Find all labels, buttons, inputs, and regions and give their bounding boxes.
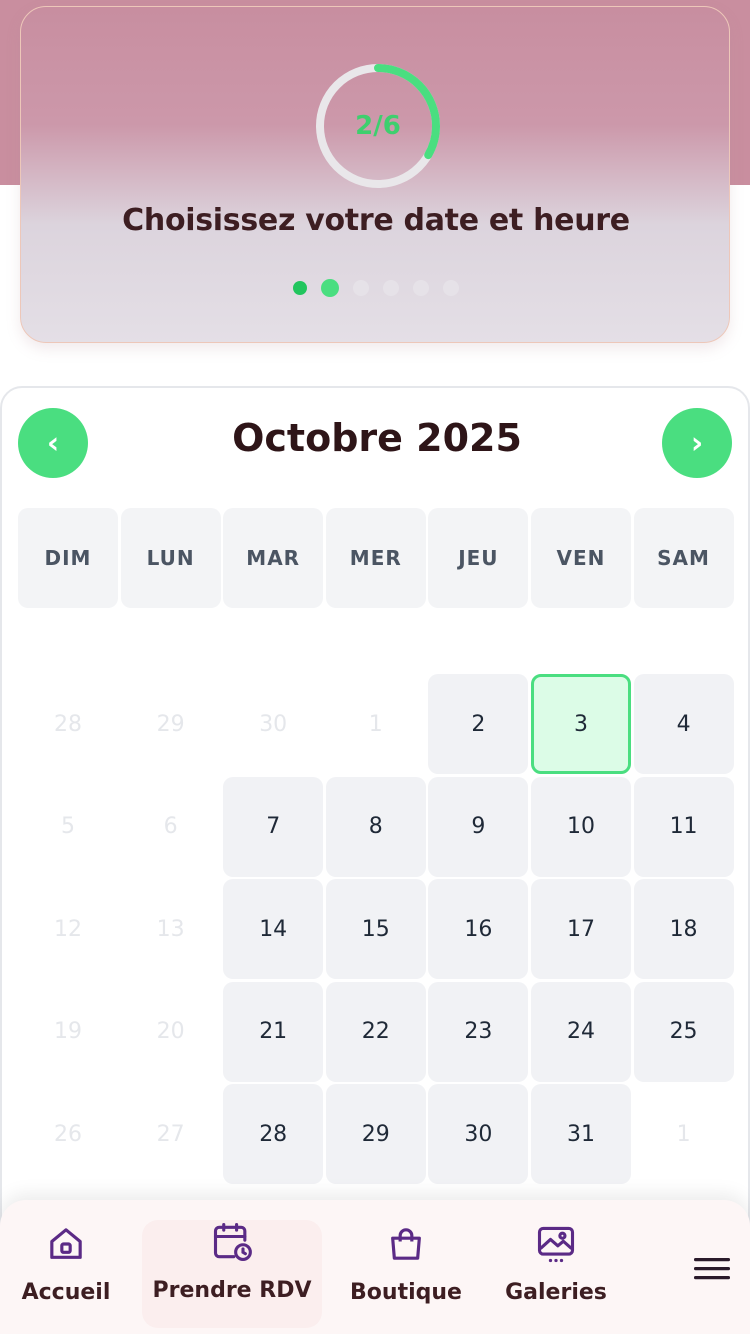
weekday-label: DIM (18, 508, 118, 608)
step-dot (353, 280, 369, 296)
calendar-day-grid: 28 29 30 1 2 3 4 5 6 7 8 9 10 11 12 13 14 15 16 17 18 19 20 21 2… (18, 674, 734, 1184)
progress-ring: 2/6 (313, 61, 443, 191)
calendar-day: 1 (368, 711, 383, 737)
next-month-button[interactable]: › (662, 408, 732, 478)
nav-item-accueil[interactable]: Accueil (22, 1222, 110, 1322)
chevron-right-icon: › (690, 425, 704, 461)
image-gallery-icon (534, 1222, 578, 1266)
calendar-day: 6 (163, 814, 178, 839)
calendar-day[interactable]: 21 (223, 981, 324, 1082)
calendar-day[interactable]: 4 (633, 674, 734, 774)
step-dot (443, 280, 459, 296)
step-dot (293, 281, 307, 295)
calendar-day[interactable]: 7 (223, 776, 324, 877)
month-title: Octobre 2025 (232, 416, 522, 460)
nav-item-prendre-rdv[interactable]: Prendre RDV (142, 1220, 322, 1328)
weekday-header-row: DIM LUN MAR MER JEU VEN SAM (18, 508, 734, 608)
weekday-label: LUN (120, 508, 221, 608)
shopping-bag-icon (384, 1222, 428, 1266)
calendar-day[interactable]: 17 (530, 879, 631, 979)
nav-label: Boutique (350, 1280, 462, 1305)
weekday-label: MAR (223, 508, 324, 608)
step-progress-card: 2/6 Choisissez votre date et heure (20, 6, 730, 343)
step-dot (413, 280, 429, 296)
calendar-day[interactable]: 16 (428, 879, 529, 979)
calendar-day-selected[interactable]: 3 (530, 674, 631, 774)
calendar-day: 13 (156, 916, 185, 942)
calendar-card: ‹ Octobre 2025 › DIM LUN MAR MER JEU VEN SAM 2… (0, 386, 750, 1334)
calendar-day[interactable]: 22 (325, 981, 426, 1082)
calendar-day: 20 (156, 1019, 185, 1044)
nav-label: Galeries (505, 1280, 607, 1305)
calendar-day[interactable]: 29 (325, 1084, 426, 1184)
calendar-day[interactable]: 2 (428, 674, 529, 774)
chevron-left-icon: ‹ (46, 425, 60, 461)
menu-button[interactable] (690, 1254, 734, 1284)
calendar-day[interactable]: 28 (223, 1084, 324, 1184)
calendar-day[interactable]: 9 (428, 776, 529, 877)
step-title: Choisissez votre date et heure (122, 203, 630, 238)
weekday-label: JEU (428, 508, 529, 608)
step-dots (21, 279, 731, 297)
calendar-day: 19 (54, 1019, 82, 1044)
calendar-day: 29 (156, 711, 185, 737)
bottom-navigation: Accueil Prendre RDV Boutique Galeries (0, 1200, 750, 1334)
nav-item-galeries[interactable]: Galeries (504, 1222, 608, 1322)
calendar-day: 12 (54, 916, 82, 942)
calendar-day[interactable]: 23 (428, 981, 529, 1082)
calendar-day: 26 (54, 1121, 82, 1147)
weekday-label: SAM (633, 508, 734, 608)
calendar-day[interactable]: 25 (633, 981, 734, 1082)
calendar-day[interactable]: 31 (530, 1084, 631, 1184)
calendar-day[interactable]: 15 (325, 879, 426, 979)
calendar-day[interactable]: 11 (633, 776, 734, 877)
step-dot (383, 280, 399, 296)
step-dot (321, 279, 339, 297)
calendar-day[interactable]: 30 (428, 1084, 529, 1184)
nav-item-boutique[interactable]: Boutique (350, 1222, 462, 1322)
weekday-label: VEN (530, 508, 631, 608)
calendar-day: 30 (259, 711, 288, 737)
calendar-day: 27 (156, 1121, 185, 1147)
weekday-label: MER (325, 508, 426, 608)
calendar-day: 5 (61, 814, 75, 839)
calendar-clock-icon (210, 1220, 254, 1264)
previous-month-button[interactable]: ‹ (18, 408, 88, 478)
calendar-day: 28 (54, 711, 82, 737)
nav-label: Accueil (21, 1280, 111, 1305)
hamburger-menu-icon (694, 1258, 730, 1280)
progress-label: 2/6 (355, 111, 401, 141)
calendar-day[interactable]: 8 (325, 776, 426, 877)
calendar-day[interactable]: 18 (633, 879, 734, 979)
calendar-day[interactable]: 24 (530, 981, 631, 1082)
calendar-day[interactable]: 14 (223, 879, 324, 979)
calendar-day[interactable]: 10 (530, 776, 631, 877)
home-icon (44, 1222, 88, 1266)
nav-label: Prendre RDV (152, 1278, 312, 1303)
calendar-day: 1 (676, 1121, 691, 1147)
